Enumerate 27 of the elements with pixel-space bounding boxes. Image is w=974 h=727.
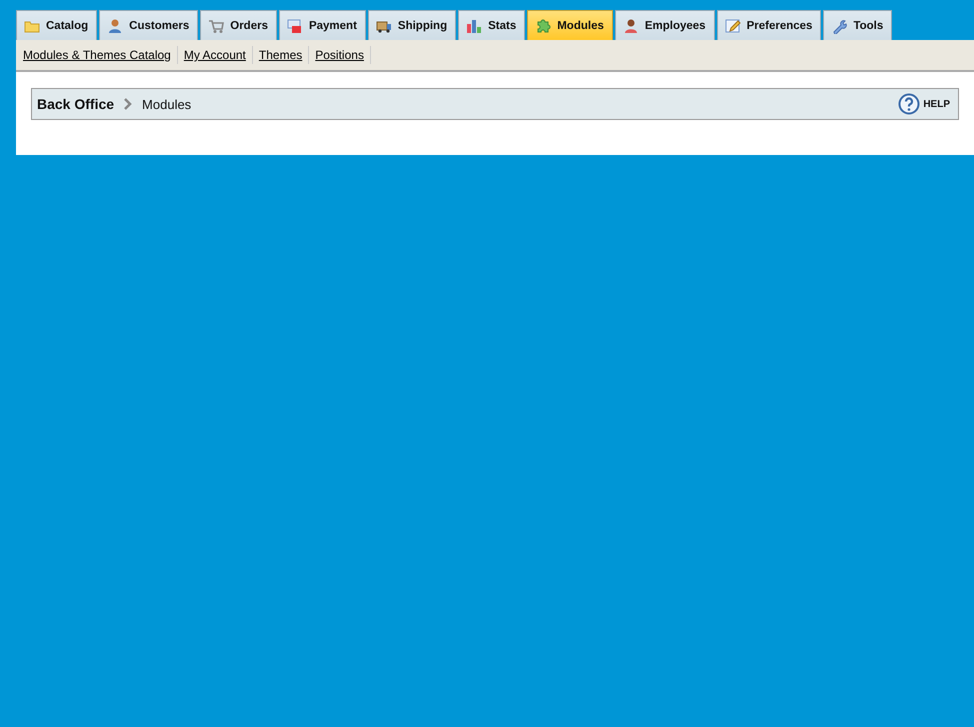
pencil-icon <box>724 18 741 34</box>
breadcrumb-current: Modules <box>142 96 192 112</box>
subnav-link[interactable]: My Account <box>178 46 253 64</box>
wrench-icon <box>831 18 848 34</box>
nav-tab[interactable]: Orders <box>200 10 277 40</box>
nav-tab[interactable]: Customers <box>99 10 198 40</box>
nav-tab[interactable]: Preferences <box>716 10 822 40</box>
nav-tab[interactable]: Stats <box>458 10 526 40</box>
chevron-icon <box>124 98 132 110</box>
nav-tab[interactable]: Modules <box>527 10 613 40</box>
nav-tab[interactable]: Catalog <box>16 10 98 40</box>
nav-tab[interactable]: Payment <box>278 10 366 40</box>
help-icon <box>898 93 920 115</box>
card-icon <box>286 18 303 34</box>
bar-chart-icon <box>466 18 482 34</box>
puzzle-icon <box>535 18 552 34</box>
person-icon <box>622 18 639 34</box>
breadcrumb-root[interactable]: Back Office <box>37 96 114 112</box>
nav-tab[interactable]: Employees <box>614 10 715 40</box>
nav-tab[interactable]: Tools <box>823 10 892 40</box>
person-icon <box>107 18 124 34</box>
nav-tab[interactable]: Shipping <box>368 10 456 40</box>
help-link[interactable]: HELP <box>898 93 950 115</box>
subnav-link[interactable]: Modules & Themes Catalog <box>23 46 178 64</box>
subnav-link[interactable]: Themes <box>252 46 310 64</box>
cart-icon <box>208 18 224 34</box>
subnav-link[interactable]: Positions <box>309 46 371 64</box>
